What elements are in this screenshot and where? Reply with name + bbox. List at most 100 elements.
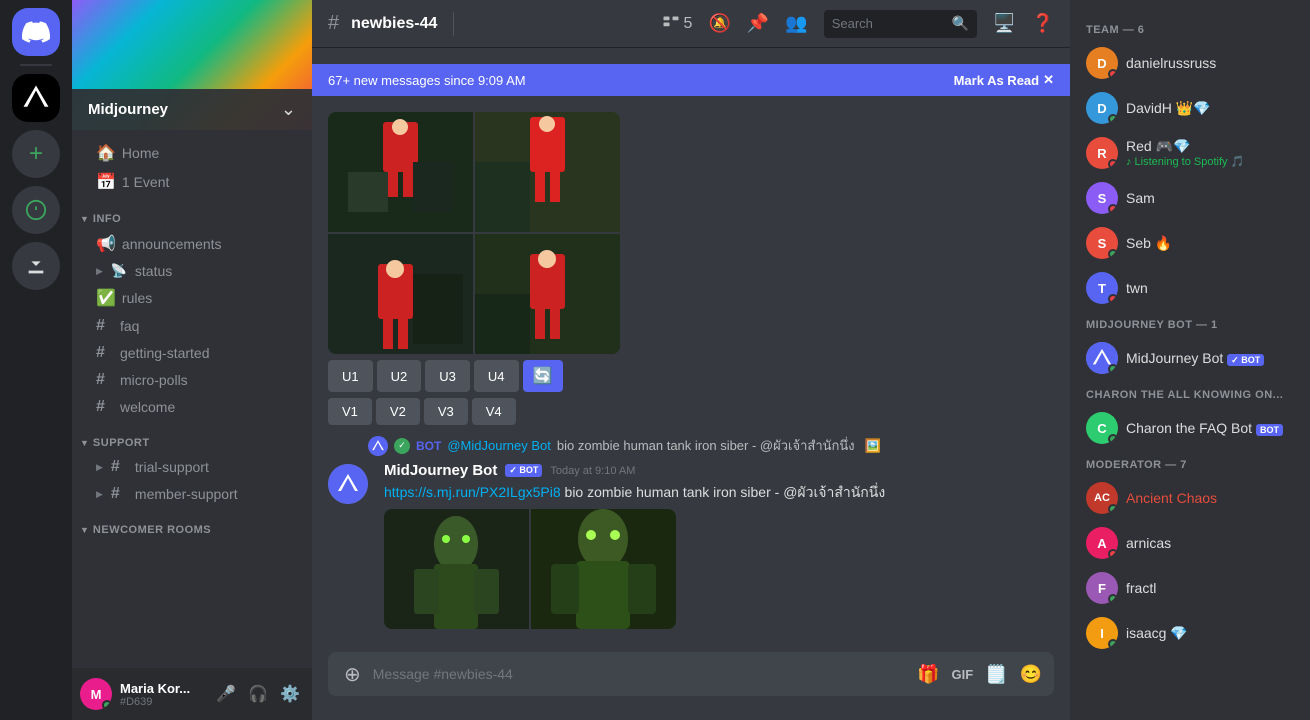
image-cell-4 (475, 234, 620, 354)
home-icon: 🏠 (96, 143, 116, 163)
online-user-seb[interactable]: S Seb 🔥 (1078, 221, 1302, 265)
section-header-charon: CHARON THE ALL KNOWING ON... (1078, 381, 1302, 405)
channel-item-micro-polls[interactable]: # micro-polls (80, 367, 304, 393)
channel-item-event[interactable]: 📅 1 Event (80, 168, 304, 196)
channel-item-rules[interactable]: ✅ rules (80, 284, 304, 312)
micro-polls-hash-icon: # (96, 371, 114, 389)
emoji-button[interactable]: 😊 (1020, 664, 1042, 685)
bot-avatar (328, 464, 368, 504)
notification-mute-button[interactable]: 🔕 (708, 13, 730, 34)
add-server-button[interactable]: + (12, 130, 60, 178)
user-name-red: Red 🎮💎 (1126, 138, 1244, 155)
channel-item-member-support[interactable]: ▶ # member-support (80, 481, 304, 507)
discover-button[interactable] (12, 186, 60, 234)
mark-as-read-button[interactable]: Mark As Read ✕ (954, 72, 1054, 88)
bot-mention-name: @MidJourney Bot (447, 438, 551, 453)
channel-item-status[interactable]: ▶ 📡 status (80, 259, 304, 283)
mute-button[interactable]: 🎤 (212, 682, 240, 706)
v1-button[interactable]: V1 (328, 398, 372, 425)
user-status-dot (102, 700, 112, 710)
online-user-red[interactable]: R Red 🎮💎 ♪ Listening to Spotify 🎵 (1078, 131, 1302, 175)
image-cell-2 (475, 112, 620, 232)
settings-button[interactable]: ⚙️ (276, 682, 304, 706)
search-input[interactable] (832, 16, 952, 31)
hypesquad-icon: 💎 (1193, 100, 1210, 116)
image-grid-1 (328, 112, 620, 354)
server-name: Midjourney (88, 101, 168, 118)
u1-button[interactable]: U1 (328, 360, 373, 392)
gif-button[interactable]: GIF (951, 667, 973, 682)
user-controls: 🎤 🎧 ⚙️ (212, 682, 304, 706)
attach-button[interactable]: ⊕ (340, 658, 365, 691)
message-input[interactable] (373, 656, 909, 692)
search-icon-button[interactable]: 🔍 (952, 15, 969, 32)
avatar-arnicas: A (1086, 527, 1118, 559)
help-button[interactable]: ❓ (1032, 13, 1054, 34)
rules-icon: ✅ (96, 288, 116, 308)
members-button[interactable]: 👥 (785, 13, 807, 34)
category-newcomer-rooms[interactable]: ▼ NEWCOMER ROOMS (72, 508, 312, 540)
channel-item-welcome[interactable]: # welcome (80, 394, 304, 420)
collapse-arrow-member: ▶ (96, 489, 103, 500)
server-icon-midjourney[interactable] (12, 74, 60, 122)
deafen-button[interactable]: 🎧 (244, 682, 272, 706)
u4-button[interactable]: U4 (474, 360, 519, 392)
user-name-ancient-chaos: Ancient Chaos (1126, 490, 1217, 506)
inbox-button[interactable]: 🖥️ (993, 13, 1015, 34)
category-info[interactable]: ▼ INFO (72, 197, 312, 229)
refresh-button[interactable]: 🔄 (523, 360, 563, 392)
online-user-davidh[interactable]: D DavidH 👑💎 (1078, 86, 1302, 130)
channel-item-announcements[interactable]: 📢 announcements (80, 230, 304, 258)
section-header-midjourney-bot: MIDJOURNEY BOT — 1 (1078, 311, 1302, 335)
user-name-davidh: DavidH 👑💎 (1126, 100, 1211, 117)
channel-item-faq[interactable]: # faq (80, 313, 304, 339)
user-name-arnicas: arnicas (1126, 535, 1171, 551)
online-user-charon-bot[interactable]: C Charon the FAQ Bot BOT (1078, 406, 1302, 450)
pin-button[interactable]: 📌 (747, 13, 769, 34)
category-arrow-support: ▼ (80, 438, 89, 448)
image-attachment-icon: 🖼️ (865, 438, 881, 454)
online-user-isaacg[interactable]: I isaacg 💎 (1078, 611, 1302, 655)
server-icon-discord[interactable] (12, 8, 60, 56)
status-dnd-red (1108, 159, 1118, 169)
channel-item-home[interactable]: 🏠 Home (80, 139, 304, 167)
online-user-midjourney-bot[interactable]: MidJourney Bot ✓ BOT (1078, 336, 1302, 380)
action-buttons-row1: U1 U2 U3 U4 🔄 (328, 360, 620, 392)
user-discriminator: #D639 (120, 696, 204, 708)
online-user-fractl[interactable]: F fractl (1078, 566, 1302, 610)
v4-button[interactable]: V4 (472, 398, 516, 425)
gift-button[interactable]: 🎁 (917, 664, 939, 685)
user-name-charon-bot: Charon the FAQ Bot BOT (1126, 420, 1283, 436)
online-user-sam[interactable]: S Sam (1078, 176, 1302, 220)
channel-item-trial-support[interactable]: ▶ # trial-support (80, 454, 304, 480)
v3-button[interactable]: V3 (424, 398, 468, 425)
server-name-bar[interactable]: Midjourney ⌄ (72, 89, 312, 130)
online-user-danielrussruss[interactable]: D danielrussruss (1078, 41, 1302, 85)
topbar-divider (453, 12, 454, 36)
channel-list: 🏠 Home 📅 1 Event ▼ INFO 📢 announcements … (72, 130, 312, 668)
download-button[interactable] (12, 242, 60, 290)
msg-link-line: https://s.mj.run/PX2ILgx5Pi8 bio zombie … (384, 483, 1054, 503)
server-divider (20, 64, 52, 66)
user-name-danielrussruss: danielrussruss (1126, 55, 1216, 71)
collapse-arrow-trial: ▶ (96, 462, 103, 473)
image-cell-3 (328, 234, 473, 354)
online-user-ancient-chaos[interactable]: AC Ancient Chaos (1078, 476, 1302, 520)
avatar-midjourney-bot (1086, 342, 1118, 374)
crown-icon: 👑 (1176, 100, 1193, 116)
channel-item-getting-started[interactable]: # getting-started (80, 340, 304, 366)
v2-button[interactable]: V2 (376, 398, 420, 425)
topbar-search[interactable]: 🔍 (824, 10, 977, 38)
status-online-bot (1108, 364, 1118, 374)
msg-link[interactable]: https://s.mj.run/PX2ILgx5Pi8 (384, 484, 561, 500)
online-user-twn[interactable]: T twn (1078, 266, 1302, 310)
category-support[interactable]: ▼ SUPPORT (72, 421, 312, 453)
main-content: # newbies-44 5 🔕 📌 👥 🔍 🖥️ ❓ 67+ new mess… (312, 0, 1070, 720)
u3-button[interactable]: U3 (425, 360, 470, 392)
sticker-button[interactable]: 🗒️ (985, 664, 1007, 685)
bot-badge-charon: BOT (1256, 424, 1283, 436)
red-badge2: 💎 (1173, 138, 1190, 154)
online-user-arnicas[interactable]: A arnicas (1078, 521, 1302, 565)
online-sidebar: TEAM — 6 D danielrussruss D DavidH 👑💎 R … (1070, 0, 1310, 720)
u2-button[interactable]: U2 (377, 360, 422, 392)
